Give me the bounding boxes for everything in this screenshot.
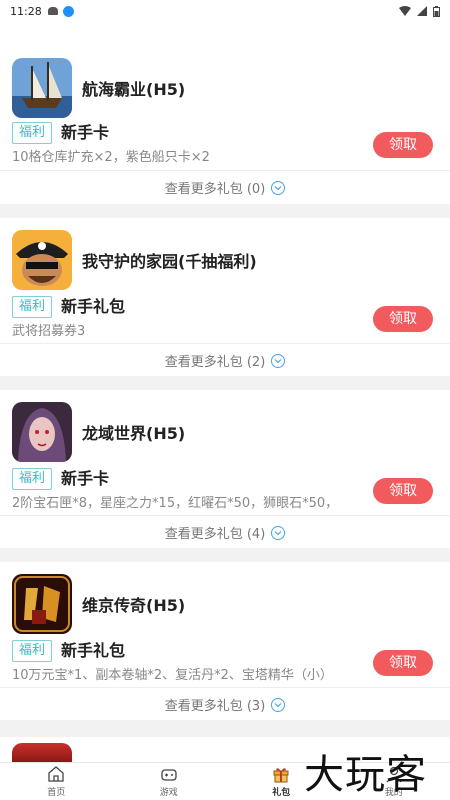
game-title[interactable]: 我守护的家园(千抽福利) [82,248,257,272]
game-title[interactable]: 维京传奇(H5) [82,592,185,616]
more-gifts-link[interactable]: 查看更多礼包 (4) [0,515,450,549]
gift-row: 福利 新手礼包 10万元宝*1、副本卷轴*2、复活丹*2、宝塔精华（小） 领取 [12,640,438,683]
gift-card: 我守护的家园(千抽福利) 福利 新手礼包 武将招募券3 领取 查看更多礼包 (2… [0,218,450,376]
nav-home[interactable]: 首页 [0,763,113,800]
chevron-down-icon [271,180,286,195]
chevron-down-icon [271,353,286,368]
welfare-tag: 福利 [12,468,52,490]
chevron-down-icon [271,697,286,712]
dragon-game-icon[interactable] [12,402,72,462]
more-gifts-label: 查看更多礼包 (2) [164,355,266,370]
signal-icon [417,6,427,16]
card-header[interactable]: 航海霸业(H5) [12,58,185,118]
status-bar: 11:28 [0,0,450,22]
pirate-game-icon[interactable] [12,230,72,290]
more-gifts-link[interactable]: 查看更多礼包 (0) [0,170,450,204]
welfare-tag: 福利 [12,640,52,662]
gift-description: 10格仓库扩充×2，紫色船只卡×2 [12,150,210,165]
gift-description: 武将招募券3 [12,324,86,339]
legend-game-icon[interactable] [12,574,72,634]
status-time: 11:28 [10,4,42,18]
gift-row: 福利 新手卡 2阶宝石匣*8，星座之力*15，红曜石*50，狮眼石*50， 领取 [12,468,438,511]
home-icon [48,766,64,782]
game-title[interactable]: 龙域世界(H5) [82,420,185,444]
watermark-logo: 大玩客 [304,752,427,798]
more-gifts-link[interactable]: 查看更多礼包 (3) [0,687,450,721]
claim-button[interactable]: 领取 [373,650,433,676]
android-icon [47,7,58,15]
gift-name: 新手卡 [61,123,110,142]
gift-name: 新手礼包 [61,297,126,316]
ship-game-icon[interactable] [12,58,72,118]
claim-button[interactable]: 领取 [373,478,433,504]
claim-button[interactable]: 领取 [373,306,433,332]
header-spacer [0,22,450,52]
claim-button[interactable]: 领取 [373,132,433,158]
nav-games-label: 游戏 [159,788,178,798]
more-gifts-label: 查看更多礼包 (4) [164,527,266,542]
gift-card: 龙域世界(H5) 福利 新手卡 2阶宝石匣*8，星座之力*15，红曜石*50，狮… [0,390,450,548]
gift-name: 新手卡 [61,469,110,488]
gift-name: 新手礼包 [61,641,126,660]
card-header[interactable]: 我守护的家园(千抽福利) [12,230,257,290]
chevron-down-icon [271,525,286,540]
gift-row: 福利 新手礼包 武将招募券3 领取 [12,296,438,339]
wifi-icon [399,6,411,16]
card-header[interactable]: 维京传奇(H5) [12,574,185,634]
nav-games[interactable]: 游戏 [113,763,226,800]
nav-home-label: 首页 [47,788,66,798]
gift-box-icon [273,768,289,783]
more-gifts-label: 查看更多礼包 (0) [164,182,266,197]
welfare-tag: 福利 [12,122,52,144]
battery-icon [433,5,440,17]
more-gifts-label: 查看更多礼包 (3) [164,699,266,714]
gift-description: 2阶宝石匣*8，星座之力*15，红曜石*50，狮眼石*50， [12,496,339,511]
game-title[interactable]: 航海霸业(H5) [82,76,185,100]
gift-card: 航海霸业(H5) 福利 新手卡 10格仓库扩充×2，紫色船只卡×2 领取 查看更… [0,52,450,204]
more-gifts-link[interactable]: 查看更多礼包 (2) [0,343,450,377]
gift-row: 福利 新手卡 10格仓库扩充×2，紫色船只卡×2 领取 [12,122,438,165]
gift-description: 10万元宝*1、副本卷轴*2、复活丹*2、宝塔精华（小） [12,668,333,683]
card-header[interactable]: 龙域世界(H5) [12,402,185,462]
gamepad-icon [161,769,177,781]
welfare-tag: 福利 [12,296,52,318]
download-icon [62,5,74,17]
gift-card: 维京传奇(H5) 福利 新手礼包 10万元宝*1、副本卷轴*2、复活丹*2、宝塔… [0,562,450,720]
nav-gifts-label: 礼包 [272,788,291,798]
